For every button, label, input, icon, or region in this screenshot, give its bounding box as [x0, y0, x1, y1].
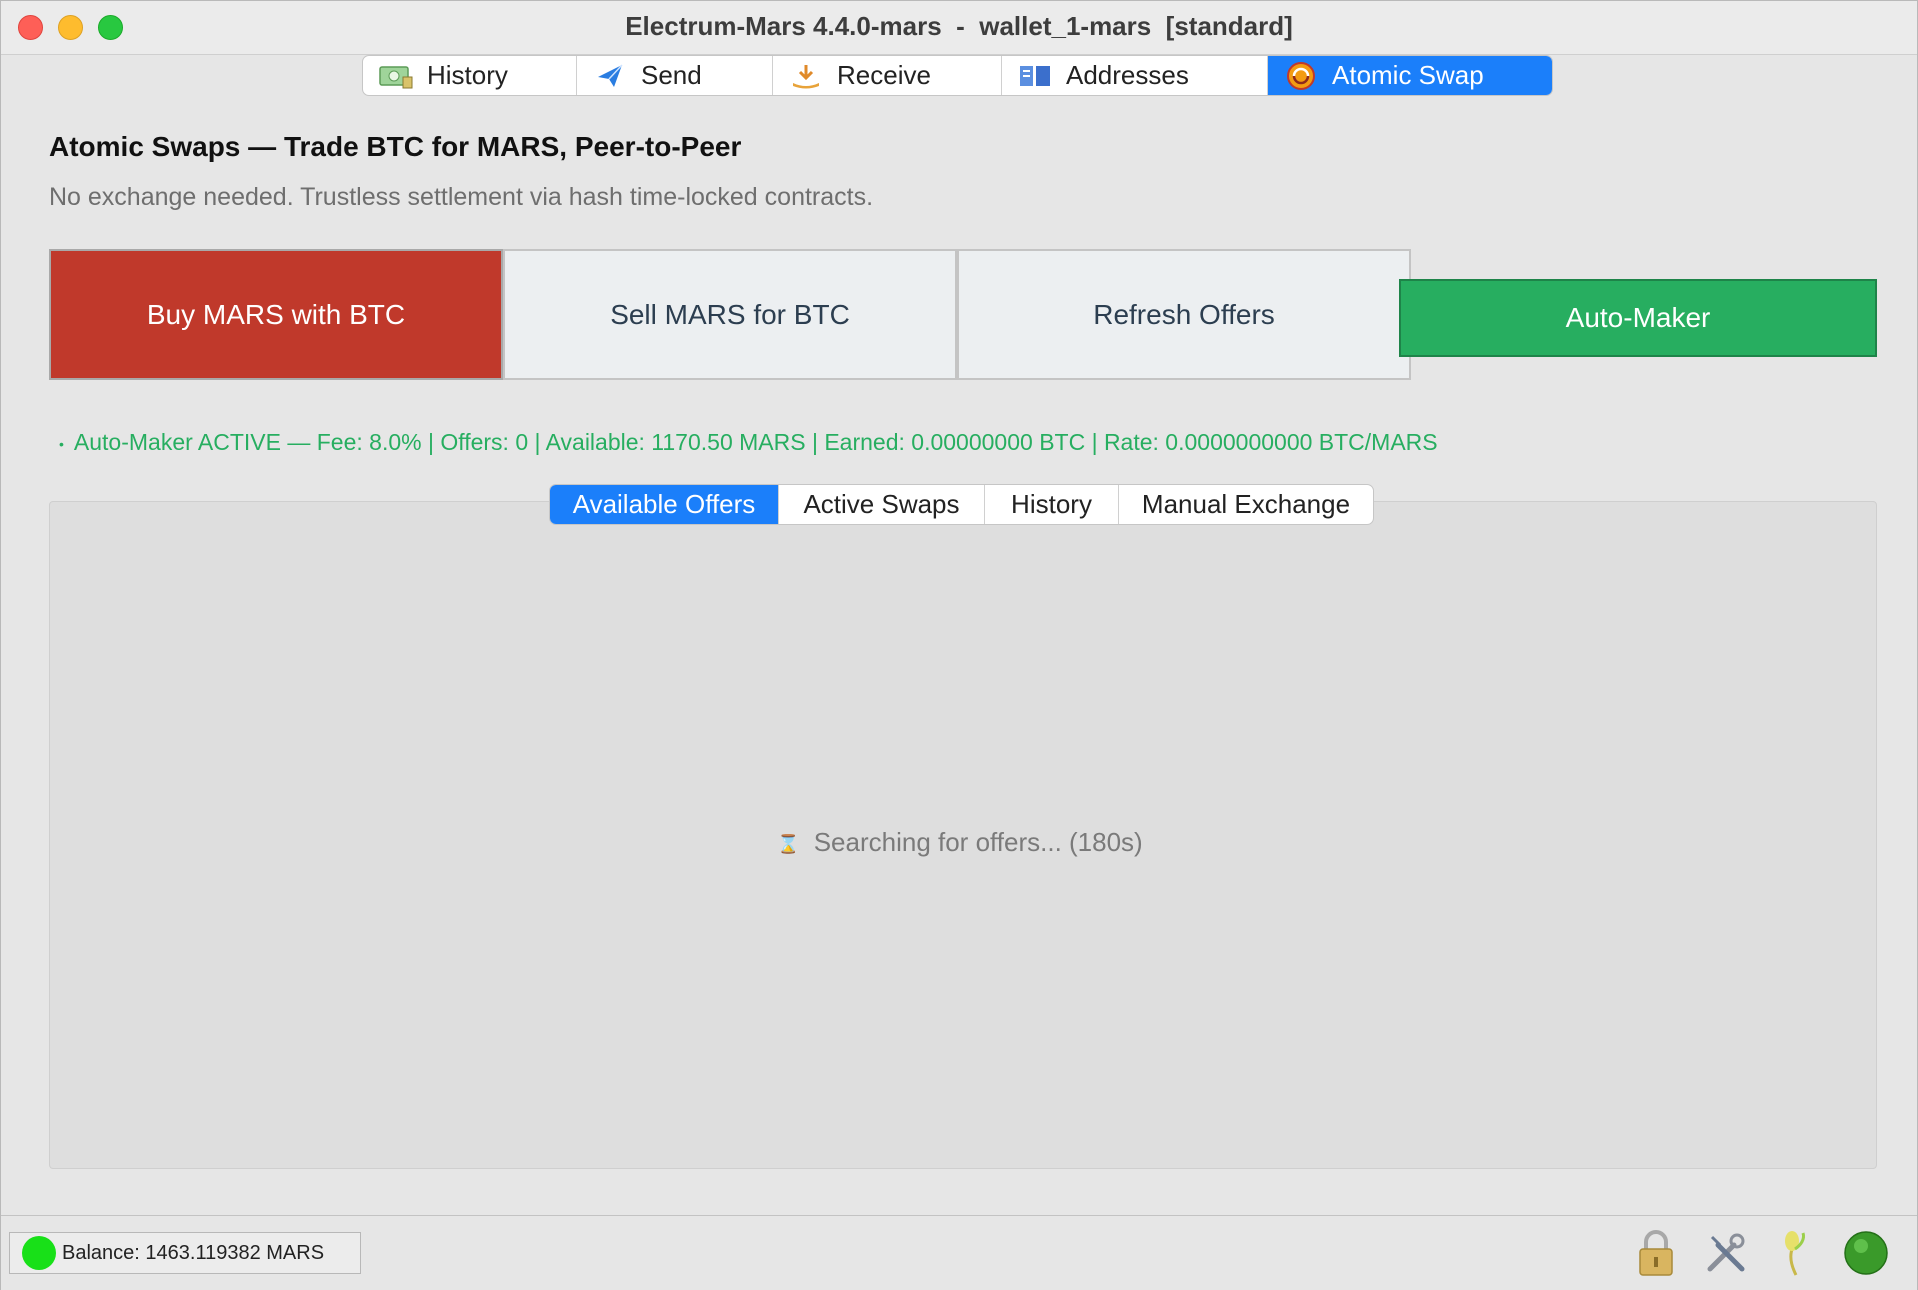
addresses-icon — [1018, 62, 1052, 90]
tab-atomic-swap-label: Atomic Swap — [1332, 60, 1484, 90]
buy-mars-button[interactable]: Buy MARS with BTC — [49, 249, 503, 380]
preferences-tools-icon[interactable] — [1701, 1226, 1751, 1280]
tab-history-label: History — [427, 60, 508, 90]
page-title: Atomic Swaps — Trade BTC for MARS, Peer-… — [49, 131, 742, 162]
tab-history[interactable]: History — [363, 56, 577, 95]
tab-addresses-label: Addresses — [1066, 60, 1189, 90]
balance-text: Balance: 1463.119382 MARS — [62, 1241, 325, 1264]
sell-mars-button[interactable]: Sell MARS for BTC — [503, 249, 957, 380]
seed-icon[interactable] — [1771, 1226, 1821, 1280]
app-window: Electrum-Mars 4.4.0-mars - wallet_1-mars… — [0, 0, 1918, 1290]
tab-addresses[interactable]: Addresses — [1002, 56, 1268, 95]
tab-swap-history[interactable]: History — [985, 485, 1119, 524]
status-bar: Balance: 1463.119382 MARS — [1, 1215, 1917, 1290]
tab-available-offers[interactable]: Available Offers — [550, 485, 779, 524]
connection-status-icon — [22, 1236, 56, 1270]
auto-maker-status: • Auto-Maker ACTIVE — Fee: 8.0% | Offers:… — [59, 429, 1438, 456]
auto-maker-status-text: Auto-Maker ACTIVE — Fee: 8.0% | Offers: … — [73, 429, 1438, 455]
main-tab-bar: History Send Receive Addresses Atomic Sw… — [362, 55, 1553, 96]
auto-maker-button[interactable]: Auto-Maker — [1399, 279, 1877, 357]
lock-icon[interactable] — [1631, 1226, 1681, 1280]
network-status-icon[interactable] — [1841, 1226, 1891, 1280]
tab-receive[interactable]: Receive — [773, 56, 1002, 95]
tab-receive-label: Receive — [837, 60, 931, 90]
tab-manual-exchange[interactable]: Manual Exchange — [1119, 485, 1373, 524]
title-bar: Electrum-Mars 4.4.0-mars - wallet_1-mars… — [1, 1, 1917, 55]
searching-text: Searching for offers... (180s) — [813, 827, 1143, 857]
window-title: Electrum-Mars 4.4.0-mars - wallet_1-mars… — [625, 11, 1293, 41]
send-icon — [593, 62, 627, 90]
atomic-swap-icon — [1284, 61, 1318, 90]
page-subtitle: No exchange needed. Trustless settlement… — [49, 183, 874, 211]
refresh-offers-button[interactable]: Refresh Offers — [957, 249, 1411, 380]
tab-send-label: Send — [641, 60, 702, 90]
status-bullet: • — [59, 435, 64, 452]
tab-active-swaps[interactable]: Active Swaps — [779, 485, 985, 524]
tab-send[interactable]: Send — [577, 56, 773, 95]
swap-sub-tab-bar: Available Offers Active Swaps History Ma… — [549, 484, 1374, 525]
tab-atomic-swap[interactable]: Atomic Swap — [1268, 56, 1552, 95]
history-icon — [379, 62, 413, 90]
searching-message: ⌛ Searching for offers... (180s) — [1, 827, 1918, 858]
hourglass-icon: ⌛ — [777, 833, 800, 854]
balance-display: Balance: 1463.119382 MARS — [9, 1232, 361, 1274]
receive-icon — [789, 62, 823, 90]
